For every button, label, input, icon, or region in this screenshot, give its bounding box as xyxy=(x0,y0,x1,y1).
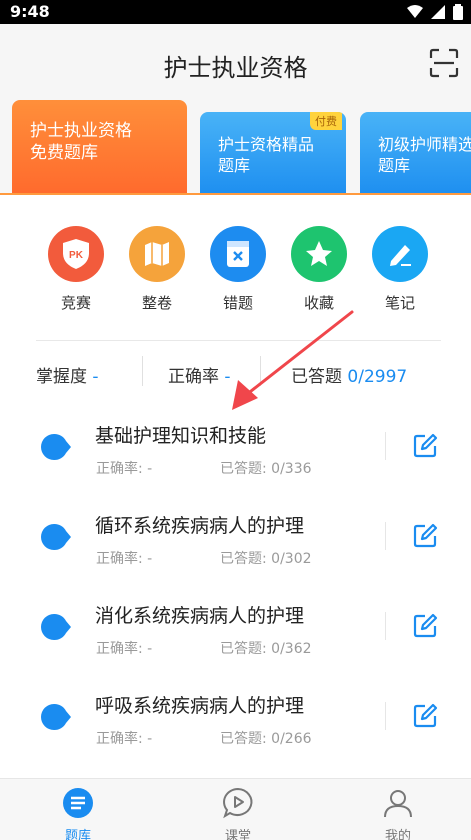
banner-text: 护士执业资格 免费题库 xyxy=(30,121,132,163)
pen-icon xyxy=(372,226,428,282)
paid-badge: 付费 xyxy=(310,112,342,130)
divider xyxy=(260,356,261,386)
chapter-row[interactable]: 循环系统疾病病人的护理 正确率: - 已答题: 0/302 xyxy=(0,498,471,588)
quick-action-label: 整卷 xyxy=(141,294,172,312)
chapter-dot-icon xyxy=(41,523,71,551)
scan-icon[interactable] xyxy=(429,48,459,78)
stat-value: 0/2997 xyxy=(347,367,408,387)
chapter-dot-icon xyxy=(41,703,71,731)
nav-label: 课堂 xyxy=(224,829,251,840)
nav-label: 我的 xyxy=(384,829,411,840)
quick-action-wrong-questions[interactable]: 错题 xyxy=(208,226,268,313)
chapter-title: 呼吸系统疾病病人的护理 xyxy=(95,695,305,717)
star-icon xyxy=(291,226,347,282)
quick-action-label: 收藏 xyxy=(303,294,334,312)
chapter-accuracy: 正确率: - xyxy=(96,641,153,657)
chapter-title: 消化系统疾病病人的护理 xyxy=(95,605,305,627)
banner-junior-bank[interactable]: 初级护师精选 题库 xyxy=(360,112,471,194)
chapter-accuracy: 正确率: - xyxy=(96,551,153,567)
chapter-row[interactable]: 基础护理知识和技能 正确率: - 已答题: 0/336 xyxy=(0,408,471,498)
stat-label: 掌握度 xyxy=(36,367,87,387)
chapter-row[interactable]: 消化系统疾病病人的护理 正确率: - 已答题: 0/362 xyxy=(0,588,471,678)
divider xyxy=(385,432,386,460)
play-chat-icon xyxy=(223,787,253,819)
chapter-row[interactable]: 呼吸系统疾病病人的护理 正确率: - 已答题: 0/266 xyxy=(0,678,471,768)
stat-value: - xyxy=(92,367,99,387)
divider xyxy=(385,612,386,640)
edit-icon[interactable] xyxy=(412,523,438,549)
stat-label: 已答题 xyxy=(291,367,342,387)
chapter-answered: 已答题: 0/266 xyxy=(220,731,312,747)
signal-icon xyxy=(431,5,445,19)
divider xyxy=(385,702,386,730)
divider xyxy=(36,340,441,341)
edit-icon[interactable] xyxy=(412,433,438,459)
pk-shield-icon: PK xyxy=(48,226,104,282)
chapter-dot-icon xyxy=(41,433,71,461)
battery-icon xyxy=(453,4,463,20)
user-icon xyxy=(384,790,412,818)
question-bank-icon xyxy=(63,788,93,818)
divider xyxy=(142,356,143,386)
stat-value: - xyxy=(224,367,231,387)
nav-label: 题库 xyxy=(64,829,91,840)
status-time: 9:48 xyxy=(10,2,50,21)
chapter-accuracy: 正确率: - xyxy=(96,731,153,747)
banner-free-bank[interactable]: 护士执业资格 免费题库 xyxy=(12,100,187,195)
status-icons xyxy=(407,4,463,20)
chapter-answered: 已答题: 0/302 xyxy=(220,551,312,567)
edit-icon[interactable] xyxy=(412,613,438,639)
chapter-answered: 已答题: 0/336 xyxy=(220,461,312,477)
stat-answered: 已答题 0/2997 xyxy=(291,362,407,387)
edit-icon[interactable] xyxy=(412,703,438,729)
stat-label: 正确率 xyxy=(168,367,219,387)
nav-profile[interactable]: 我的 xyxy=(368,787,428,840)
quick-action-notes[interactable]: 笔记 xyxy=(370,226,430,313)
chapter-title: 基础护理知识和技能 xyxy=(95,425,267,447)
status-bar: 9:48 xyxy=(0,0,471,24)
chapter-answered: 已答题: 0/362 xyxy=(220,641,312,657)
bottom-nav: 题库 课堂 我的 xyxy=(0,778,471,840)
map-icon xyxy=(129,226,185,282)
quick-action-full-paper[interactable]: 整卷 xyxy=(127,226,187,313)
quick-action-competition[interactable]: PK 竞赛 xyxy=(46,226,106,313)
nav-classroom[interactable]: 课堂 xyxy=(208,787,268,840)
chapter-dot-icon xyxy=(41,613,71,641)
banner-text: 初级护师精选 题库 xyxy=(378,135,471,175)
quick-action-label: 错题 xyxy=(222,294,253,312)
divider xyxy=(385,522,386,550)
wrong-doc-icon xyxy=(210,226,266,282)
quick-action-favorites[interactable]: 收藏 xyxy=(289,226,349,313)
banner-text: 护士资格精品 题库 xyxy=(218,135,315,175)
banner-premium-bank[interactable]: 护士资格精品 题库 付费 xyxy=(200,112,346,194)
wifi-icon xyxy=(407,5,423,18)
quick-action-label: 笔记 xyxy=(384,294,415,312)
page-title: 护士执业资格 xyxy=(163,54,308,82)
svg-text:PK: PK xyxy=(69,250,84,261)
stat-mastery: 掌握度 - xyxy=(36,362,99,387)
chapter-title: 循环系统疾病病人的护理 xyxy=(95,515,305,537)
stat-accuracy: 正确率 - xyxy=(168,362,231,387)
nav-question-bank[interactable]: 题库 xyxy=(48,787,108,840)
chapter-accuracy: 正确率: - xyxy=(96,461,153,477)
quick-action-label: 竞赛 xyxy=(60,294,91,312)
